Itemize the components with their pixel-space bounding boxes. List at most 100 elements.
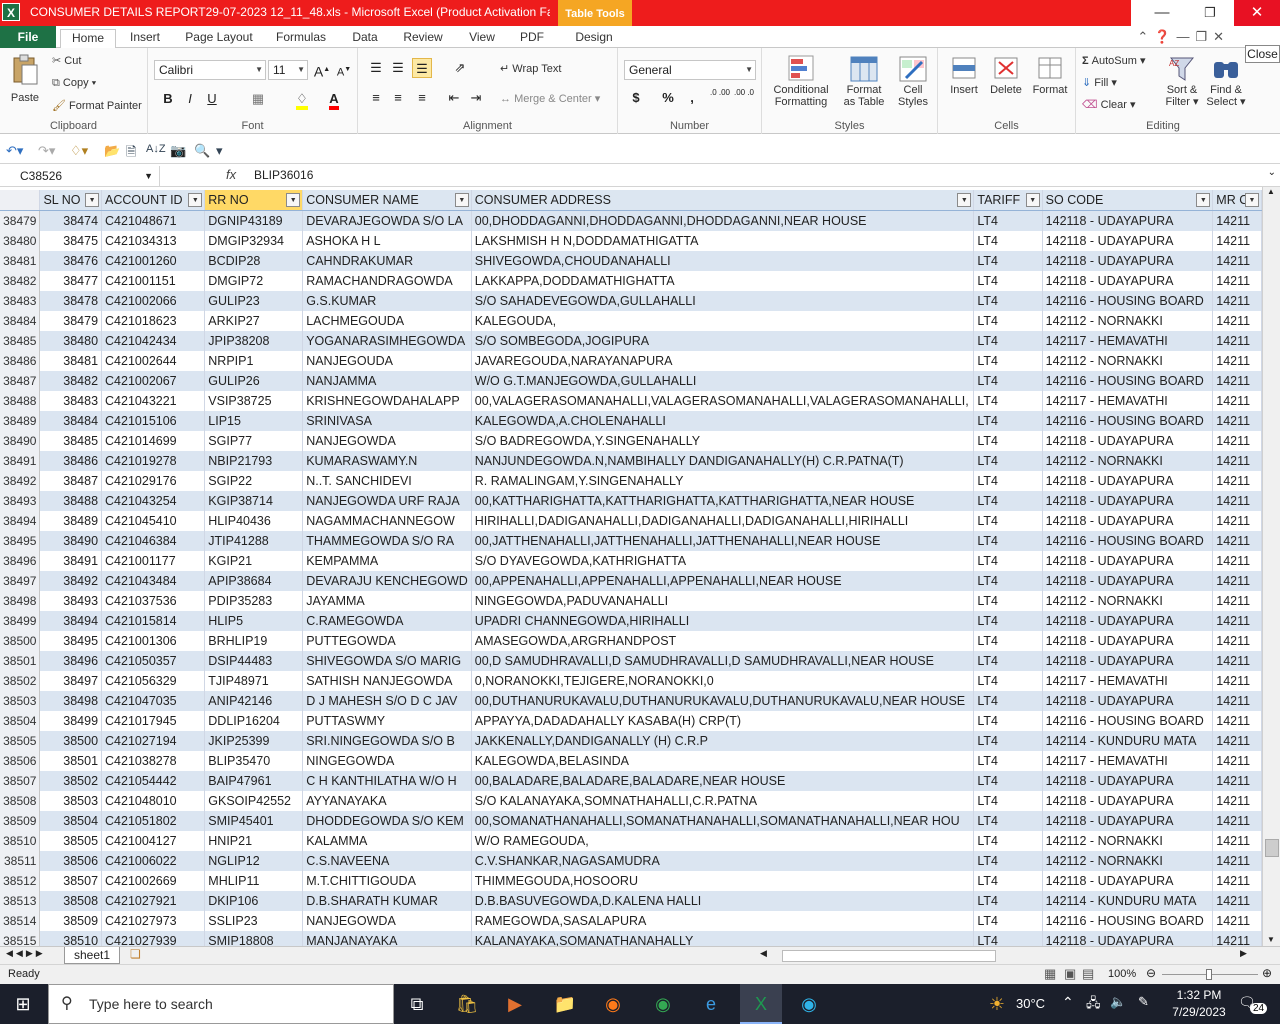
- cell[interactable]: CAHNDRAKUMAR: [302, 251, 472, 271]
- cell[interactable]: 14211: [1212, 451, 1262, 471]
- cell[interactable]: C421029176: [101, 471, 206, 491]
- cell[interactable]: 38488: [39, 491, 103, 511]
- sort-filter-button[interactable]: AZ Sort & Filter ▾: [1160, 54, 1204, 108]
- cell[interactable]: LT4: [973, 851, 1043, 871]
- borders-icon[interactable]: ▦: [248, 89, 268, 109]
- cell[interactable]: C421002644: [101, 351, 206, 371]
- cell[interactable]: 38503: [39, 791, 103, 811]
- cell[interactable]: DGNIP43189: [204, 210, 304, 231]
- cell[interactable]: 14211: [1212, 831, 1262, 851]
- cell[interactable]: 142118 - UDAYAPURA: [1042, 931, 1214, 946]
- cell[interactable]: S/O DYAVEGOWDA,KATHRIGHATTA: [471, 551, 975, 571]
- cell[interactable]: SHIVEGOWDA,CHOUDANAHALLI: [471, 251, 975, 271]
- cell[interactable]: KEMPAMMA: [302, 551, 472, 571]
- cell[interactable]: D.B.BASUVEGOWDA,D.KALENA HALLI: [471, 891, 975, 911]
- cell[interactable]: LT4: [973, 491, 1043, 511]
- cell[interactable]: C421027194: [101, 731, 206, 751]
- cell[interactable]: SSLIP23: [204, 911, 304, 931]
- scroll-down-icon[interactable]: ▼: [1267, 935, 1275, 944]
- cell[interactable]: LT4: [973, 651, 1043, 671]
- cell[interactable]: C.S.NAVEENA: [302, 851, 472, 871]
- cell[interactable]: 142112 - NORNAKKI: [1042, 351, 1214, 371]
- cell[interactable]: KALEGOWDA,BELASINDA: [471, 751, 975, 771]
- cell[interactable]: 14211: [1212, 631, 1262, 651]
- cell[interactable]: BLIP35470: [204, 751, 304, 771]
- cell[interactable]: C421027921: [101, 891, 206, 911]
- row-number[interactable]: 38487: [0, 371, 41, 391]
- cell[interactable]: SHIVEGOWDA S/O MARIG: [302, 651, 472, 671]
- cell[interactable]: THAMMEGOWDA S/O RA: [302, 531, 472, 551]
- cell[interactable]: 142117 - HEMAVATHI: [1042, 391, 1214, 411]
- row-number[interactable]: 38506: [0, 751, 41, 771]
- cell[interactable]: LT4: [973, 231, 1043, 251]
- cell[interactable]: DHODDEGOWDA S/O KEM: [302, 811, 472, 831]
- cell[interactable]: 14211: [1212, 210, 1262, 231]
- currency-button[interactable]: $: [626, 88, 646, 108]
- filter-dropdown-icon[interactable]: ▼: [85, 193, 100, 207]
- cell[interactable]: YOGANARASIMHEGOWDA: [302, 331, 472, 351]
- cell[interactable]: 38506: [39, 851, 103, 871]
- align-left-icon[interactable]: ≡: [366, 88, 386, 108]
- volume-icon[interactable]: 🔈: [1110, 994, 1126, 1010]
- cell[interactable]: 142118 - UDAYAPURA: [1042, 871, 1214, 891]
- cell[interactable]: 38484: [39, 411, 103, 431]
- cell[interactable]: MANJANAYAKA: [302, 931, 472, 946]
- cell[interactable]: C.RAMEGOWDA: [302, 611, 472, 631]
- row-number[interactable]: 38505: [0, 731, 41, 751]
- pen-icon[interactable]: ✎: [1138, 994, 1149, 1010]
- workbook-minimize-icon[interactable]: —: [1176, 29, 1195, 44]
- chrome-icon[interactable]: ◉: [650, 992, 676, 1016]
- weather-icon[interactable]: ☀: [984, 992, 1010, 1016]
- cell[interactable]: 142118 - UDAYAPURA: [1042, 231, 1214, 251]
- cell[interactable]: C421046384: [101, 531, 206, 551]
- tab-pdf[interactable]: PDF: [512, 29, 552, 48]
- cell[interactable]: DDLIP16204: [204, 711, 304, 731]
- fx-icon[interactable]: fx: [226, 167, 236, 182]
- new-file-icon[interactable]: 🗎: [126, 143, 136, 165]
- row-number[interactable]: 38482: [0, 271, 41, 291]
- internet-explorer-icon[interactable]: e: [698, 992, 724, 1016]
- format-as-table-button[interactable]: Format as Table: [836, 54, 892, 108]
- cell[interactable]: 38486: [39, 451, 103, 471]
- find-select-button[interactable]: Find & Select ▾: [1204, 54, 1248, 108]
- cell[interactable]: C421018623: [101, 311, 206, 331]
- cell[interactable]: LT4: [973, 551, 1043, 571]
- cell[interactable]: SMIP18808: [204, 931, 304, 946]
- cell[interactable]: C421001151: [101, 271, 206, 291]
- cell[interactable]: 142118 - UDAYAPURA: [1042, 611, 1214, 631]
- scroll-up-icon[interactable]: ▲: [1267, 187, 1275, 196]
- cell[interactable]: 14211: [1212, 731, 1262, 751]
- font-color-icon[interactable]: A: [324, 89, 344, 110]
- cell[interactable]: 142112 - NORNAKKI: [1042, 851, 1214, 871]
- align-right-icon[interactable]: ≡: [412, 88, 432, 108]
- cell[interactable]: 38475: [39, 231, 103, 251]
- cell[interactable]: 142118 - UDAYAPURA: [1042, 511, 1214, 531]
- column-header-tariff[interactable]: TARIFF ▼: [973, 190, 1043, 211]
- row-number[interactable]: 38515: [0, 931, 41, 946]
- cell[interactable]: C421004127: [101, 831, 206, 851]
- cell[interactable]: DEVARAJEGOWDA S/O LA: [302, 210, 472, 231]
- cell[interactable]: PUTTEGOWDA: [302, 631, 472, 651]
- cell[interactable]: 00,D SAMUDHRAVALLI,D SAMUDHRAVALLI,D SAM…: [471, 651, 975, 671]
- cell[interactable]: PDIP35283: [204, 591, 304, 611]
- cell[interactable]: 38481: [39, 351, 103, 371]
- format-cells-button[interactable]: Format: [1028, 54, 1072, 96]
- vertical-scrollbar[interactable]: ▲ ▼: [1262, 187, 1280, 946]
- cell[interactable]: 38482: [39, 371, 103, 391]
- cell[interactable]: 142118 - UDAYAPURA: [1042, 431, 1214, 451]
- row-number[interactable]: 38512: [0, 871, 41, 891]
- cell[interactable]: LT4: [973, 511, 1043, 531]
- cell[interactable]: DMGIP72: [204, 271, 304, 291]
- cell[interactable]: 142114 - KUNDURU MATA: [1042, 731, 1214, 751]
- filter-dropdown-icon[interactable]: ▼: [1025, 193, 1040, 207]
- cell[interactable]: GKSOIP42552: [204, 791, 304, 811]
- cell[interactable]: 142118 - UDAYAPURA: [1042, 491, 1214, 511]
- cell[interactable]: S/O SOMBEGODA,JOGIPURA: [471, 331, 975, 351]
- cell[interactable]: LT4: [973, 411, 1043, 431]
- camera-icon[interactable]: 📷: [170, 143, 186, 159]
- cell[interactable]: APIP38684: [204, 571, 304, 591]
- row-number[interactable]: 38483: [0, 291, 41, 311]
- tab-formulas[interactable]: Formulas: [270, 29, 332, 48]
- comma-button[interactable]: ,: [682, 88, 702, 108]
- cell[interactable]: 14211: [1212, 551, 1262, 571]
